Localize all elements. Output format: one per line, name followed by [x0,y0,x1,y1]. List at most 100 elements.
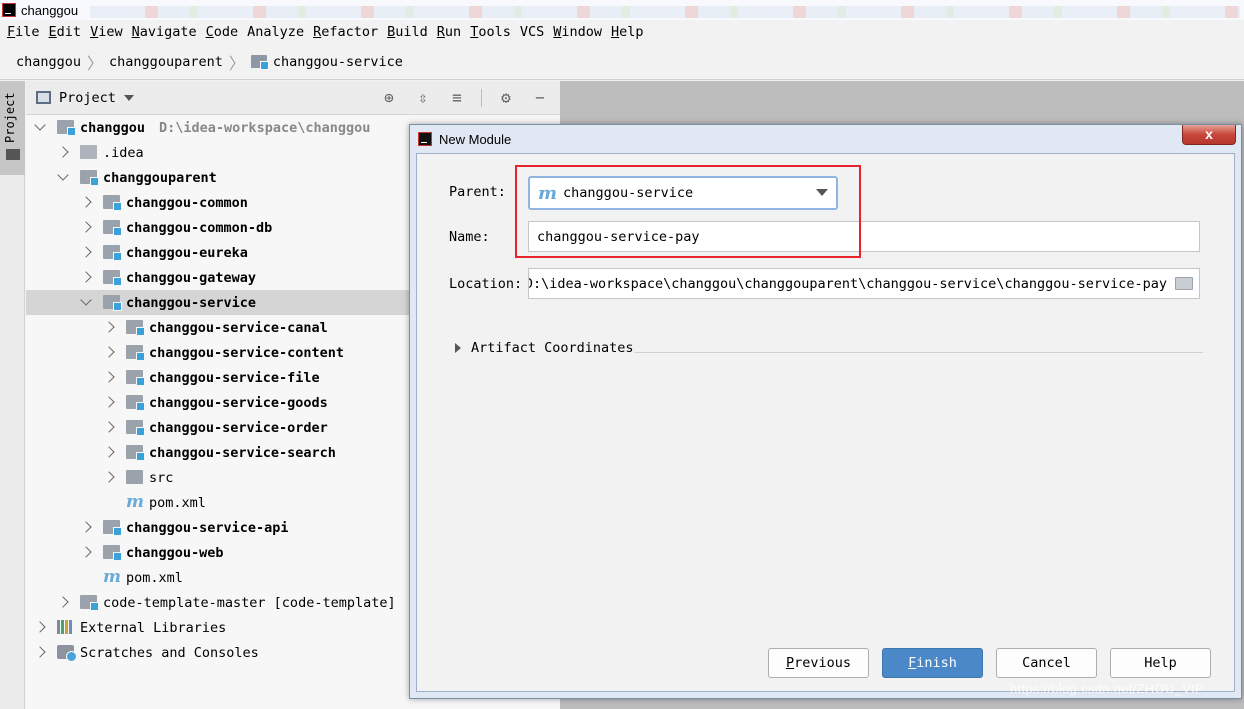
intellij-dialog-icon [418,132,432,146]
artifact-coordinates-toggle[interactable]: Artifact Coordinates [455,340,634,356]
section-divider [635,352,1203,353]
module-folder-icon [103,520,122,536]
module-folder-icon [126,445,145,461]
chevron-right-icon[interactable] [103,396,115,408]
parent-label: Parent: [449,184,506,200]
collapse-all-icon[interactable]: ≡ [447,89,467,107]
tree-row-label: changgou-gateway [126,269,257,286]
tree-row-label: changgou-common-db [126,219,273,236]
breadcrumb-item-changgou[interactable]: changgou [16,54,81,70]
close-button[interactable]: x [1182,125,1236,145]
location-label: Location: [449,276,523,292]
red-highlight-box [515,165,861,258]
tree-row-label: changgou-service-order [149,419,328,436]
dropdown-arrow-icon[interactable] [123,94,134,101]
folder-icon [80,145,97,159]
tree-row-path: D:\idea-workspace\changgou [159,119,371,136]
hide-icon[interactable]: − [530,89,550,107]
chevron-down-icon[interactable] [57,169,69,181]
previous-button[interactable]: Previous [768,648,869,678]
breadcrumb-separator: 〉 [228,53,245,73]
project-tool-tab-label: Project [3,92,17,143]
menu-item[interactable]: Run [437,24,461,40]
scratch-icon [57,645,77,662]
chevron-down-icon[interactable] [34,119,46,131]
chevron-right-icon[interactable] [103,471,115,483]
chevron-right-icon[interactable] [80,246,92,258]
menu-item[interactable]: Help [611,24,644,40]
gear-icon[interactable]: ⚙ [496,89,516,107]
menu-item[interactable]: Analyze [247,24,304,40]
dialog-title: New Module [439,131,512,147]
module-folder-icon [126,320,145,336]
menu-item[interactable]: Tools [470,24,511,40]
module-folder-icon [103,220,122,236]
tree-row-label: changgou-service-goods [149,394,328,411]
tree-row-label: changgou-common [126,194,248,211]
cancel-button[interactable]: Cancel [996,648,1097,678]
tree-row-label: changgou-eureka [126,244,248,261]
location-field[interactable]: D:\idea-workspace\changgou\changgouparen… [528,268,1200,299]
chevron-right-icon[interactable] [80,546,92,558]
finish-button[interactable]: Finish [882,648,983,678]
module-folder-icon [80,595,99,611]
chevron-right-icon[interactable] [103,321,115,333]
blurred-taskbar-strip [90,6,1240,18]
chevron-right-icon[interactable] [34,646,46,658]
toolbar-divider [481,89,482,107]
project-tool-tab[interactable]: Project [0,81,25,175]
menu-item[interactable]: Build [387,24,428,40]
module-folder-icon [126,345,145,361]
tree-row-label: changgou-service-file [149,369,320,386]
menu-item[interactable]: Edit [49,24,82,40]
module-folder-icon [126,420,145,436]
project-view-selector[interactable]: Project [59,90,116,106]
expand-triangle-icon [455,343,461,353]
module-folder-icon [103,270,122,286]
project-panel-header: Project ⊕ ⇳ ≡ ⚙ − [26,81,560,115]
menu-item[interactable]: View [90,24,123,40]
locate-icon[interactable]: ⊕ [379,89,399,107]
tree-row-label: .idea [103,144,144,161]
chevron-right-icon[interactable] [57,146,69,158]
menu-item[interactable]: Navigate [132,24,197,40]
chevron-right-icon[interactable] [34,621,46,633]
browse-folder-icon[interactable] [1175,277,1193,290]
name-label: Name: [449,229,490,245]
tree-row-label: changgouparent [103,169,217,186]
chevron-right-icon[interactable] [80,271,92,283]
maven-icon: m [126,492,144,512]
menu-item[interactable]: File [7,24,40,40]
breadcrumb-item-changgou-service[interactable]: changgou-service [250,54,403,70]
module-folder-icon [57,120,76,136]
ide-window: changgou File Edit View Navigate Code Analyze… [0,0,1244,709]
folder-icon [126,470,143,484]
chevron-right-icon[interactable] [103,346,115,358]
help-button[interactable]: Help [1110,648,1211,678]
intellij-app-icon [2,3,16,17]
window-title: changgou [21,2,79,18]
menu-item[interactable]: Window [553,24,602,40]
chevron-right-icon[interactable] [80,521,92,533]
chevron-right-icon[interactable] [103,446,115,458]
chevron-down-icon[interactable] [80,294,92,306]
location-field-value: D:\idea-workspace\changgou\changgouparen… [529,275,1167,292]
menu-item[interactable]: Refactor [313,24,378,40]
module-folder-icon [126,370,145,386]
dialog-title-bar: New Module [410,125,1241,153]
tree-row-label: changgou-service [126,294,257,311]
menu-item[interactable]: Code [206,24,239,40]
chevron-right-icon[interactable] [80,196,92,208]
project-view-icon [36,91,51,104]
chevron-right-icon[interactable] [57,596,69,608]
chevron-right-icon[interactable] [103,421,115,433]
module-folder-icon [103,195,122,211]
project-panel-toolbar: ⊕ ⇳ ≡ ⚙ − [379,89,550,107]
menu-item[interactable]: VCS [520,24,544,40]
chevron-right-icon[interactable] [103,371,115,383]
module-folder-icon [250,55,269,70]
expand-all-icon[interactable]: ⇳ [413,89,433,107]
chevron-right-icon[interactable] [80,221,92,233]
breadcrumb-item-changgouparent[interactable]: changgouparent [109,54,223,70]
module-folder-icon [80,170,99,186]
